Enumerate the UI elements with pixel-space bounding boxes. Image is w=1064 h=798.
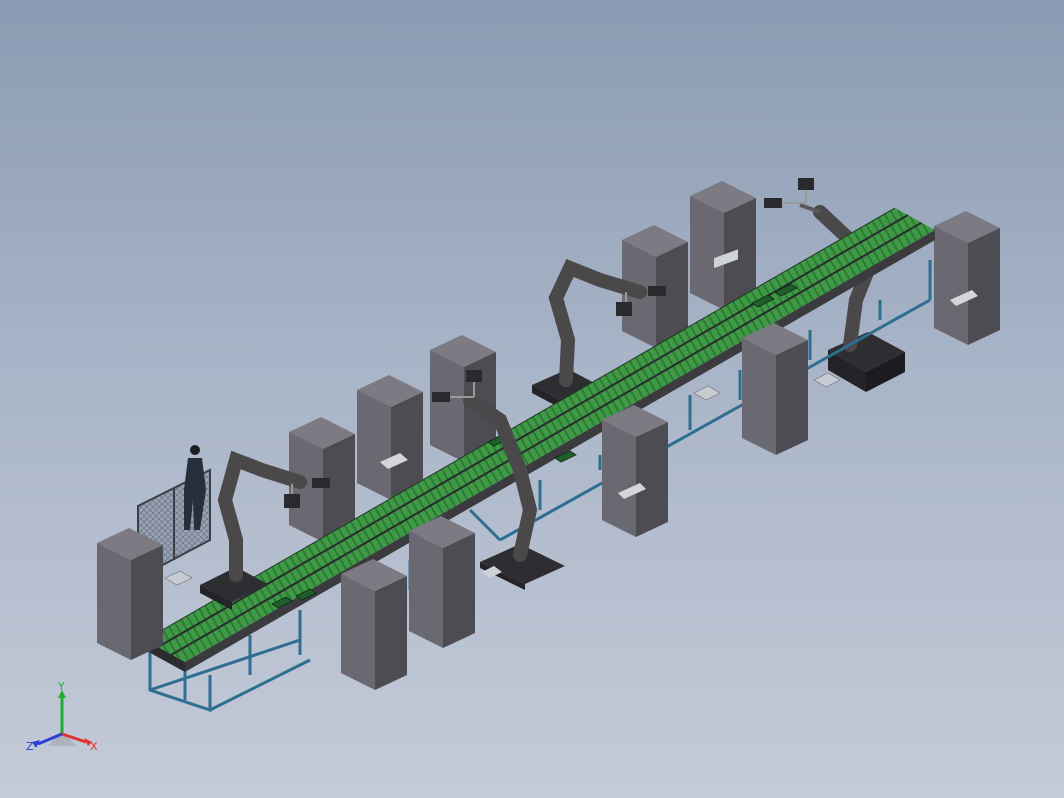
x-axis-label: X bbox=[90, 740, 98, 753]
electrical-cabinet[interactable] bbox=[690, 181, 756, 310]
axis-triad[interactable]: Y X Z bbox=[22, 682, 112, 762]
y-axis-label: Y bbox=[57, 682, 65, 693]
cad-viewport[interactable]: Y X Z bbox=[0, 0, 1064, 798]
roller-conveyor[interactable] bbox=[144, 207, 935, 672]
electrical-cabinet[interactable] bbox=[341, 559, 407, 690]
electrical-cabinet[interactable] bbox=[409, 516, 475, 648]
electrical-cabinet[interactable] bbox=[357, 375, 423, 500]
electrical-cabinet[interactable] bbox=[742, 323, 808, 455]
electrical-cabinet[interactable] bbox=[602, 405, 668, 537]
z-axis-label: Z bbox=[26, 740, 34, 753]
electrical-cabinet[interactable] bbox=[97, 528, 163, 660]
assembly-scene[interactable] bbox=[0, 0, 1064, 798]
conveyor-frame bbox=[148, 260, 932, 713]
electrical-cabinet[interactable] bbox=[934, 211, 1000, 345]
